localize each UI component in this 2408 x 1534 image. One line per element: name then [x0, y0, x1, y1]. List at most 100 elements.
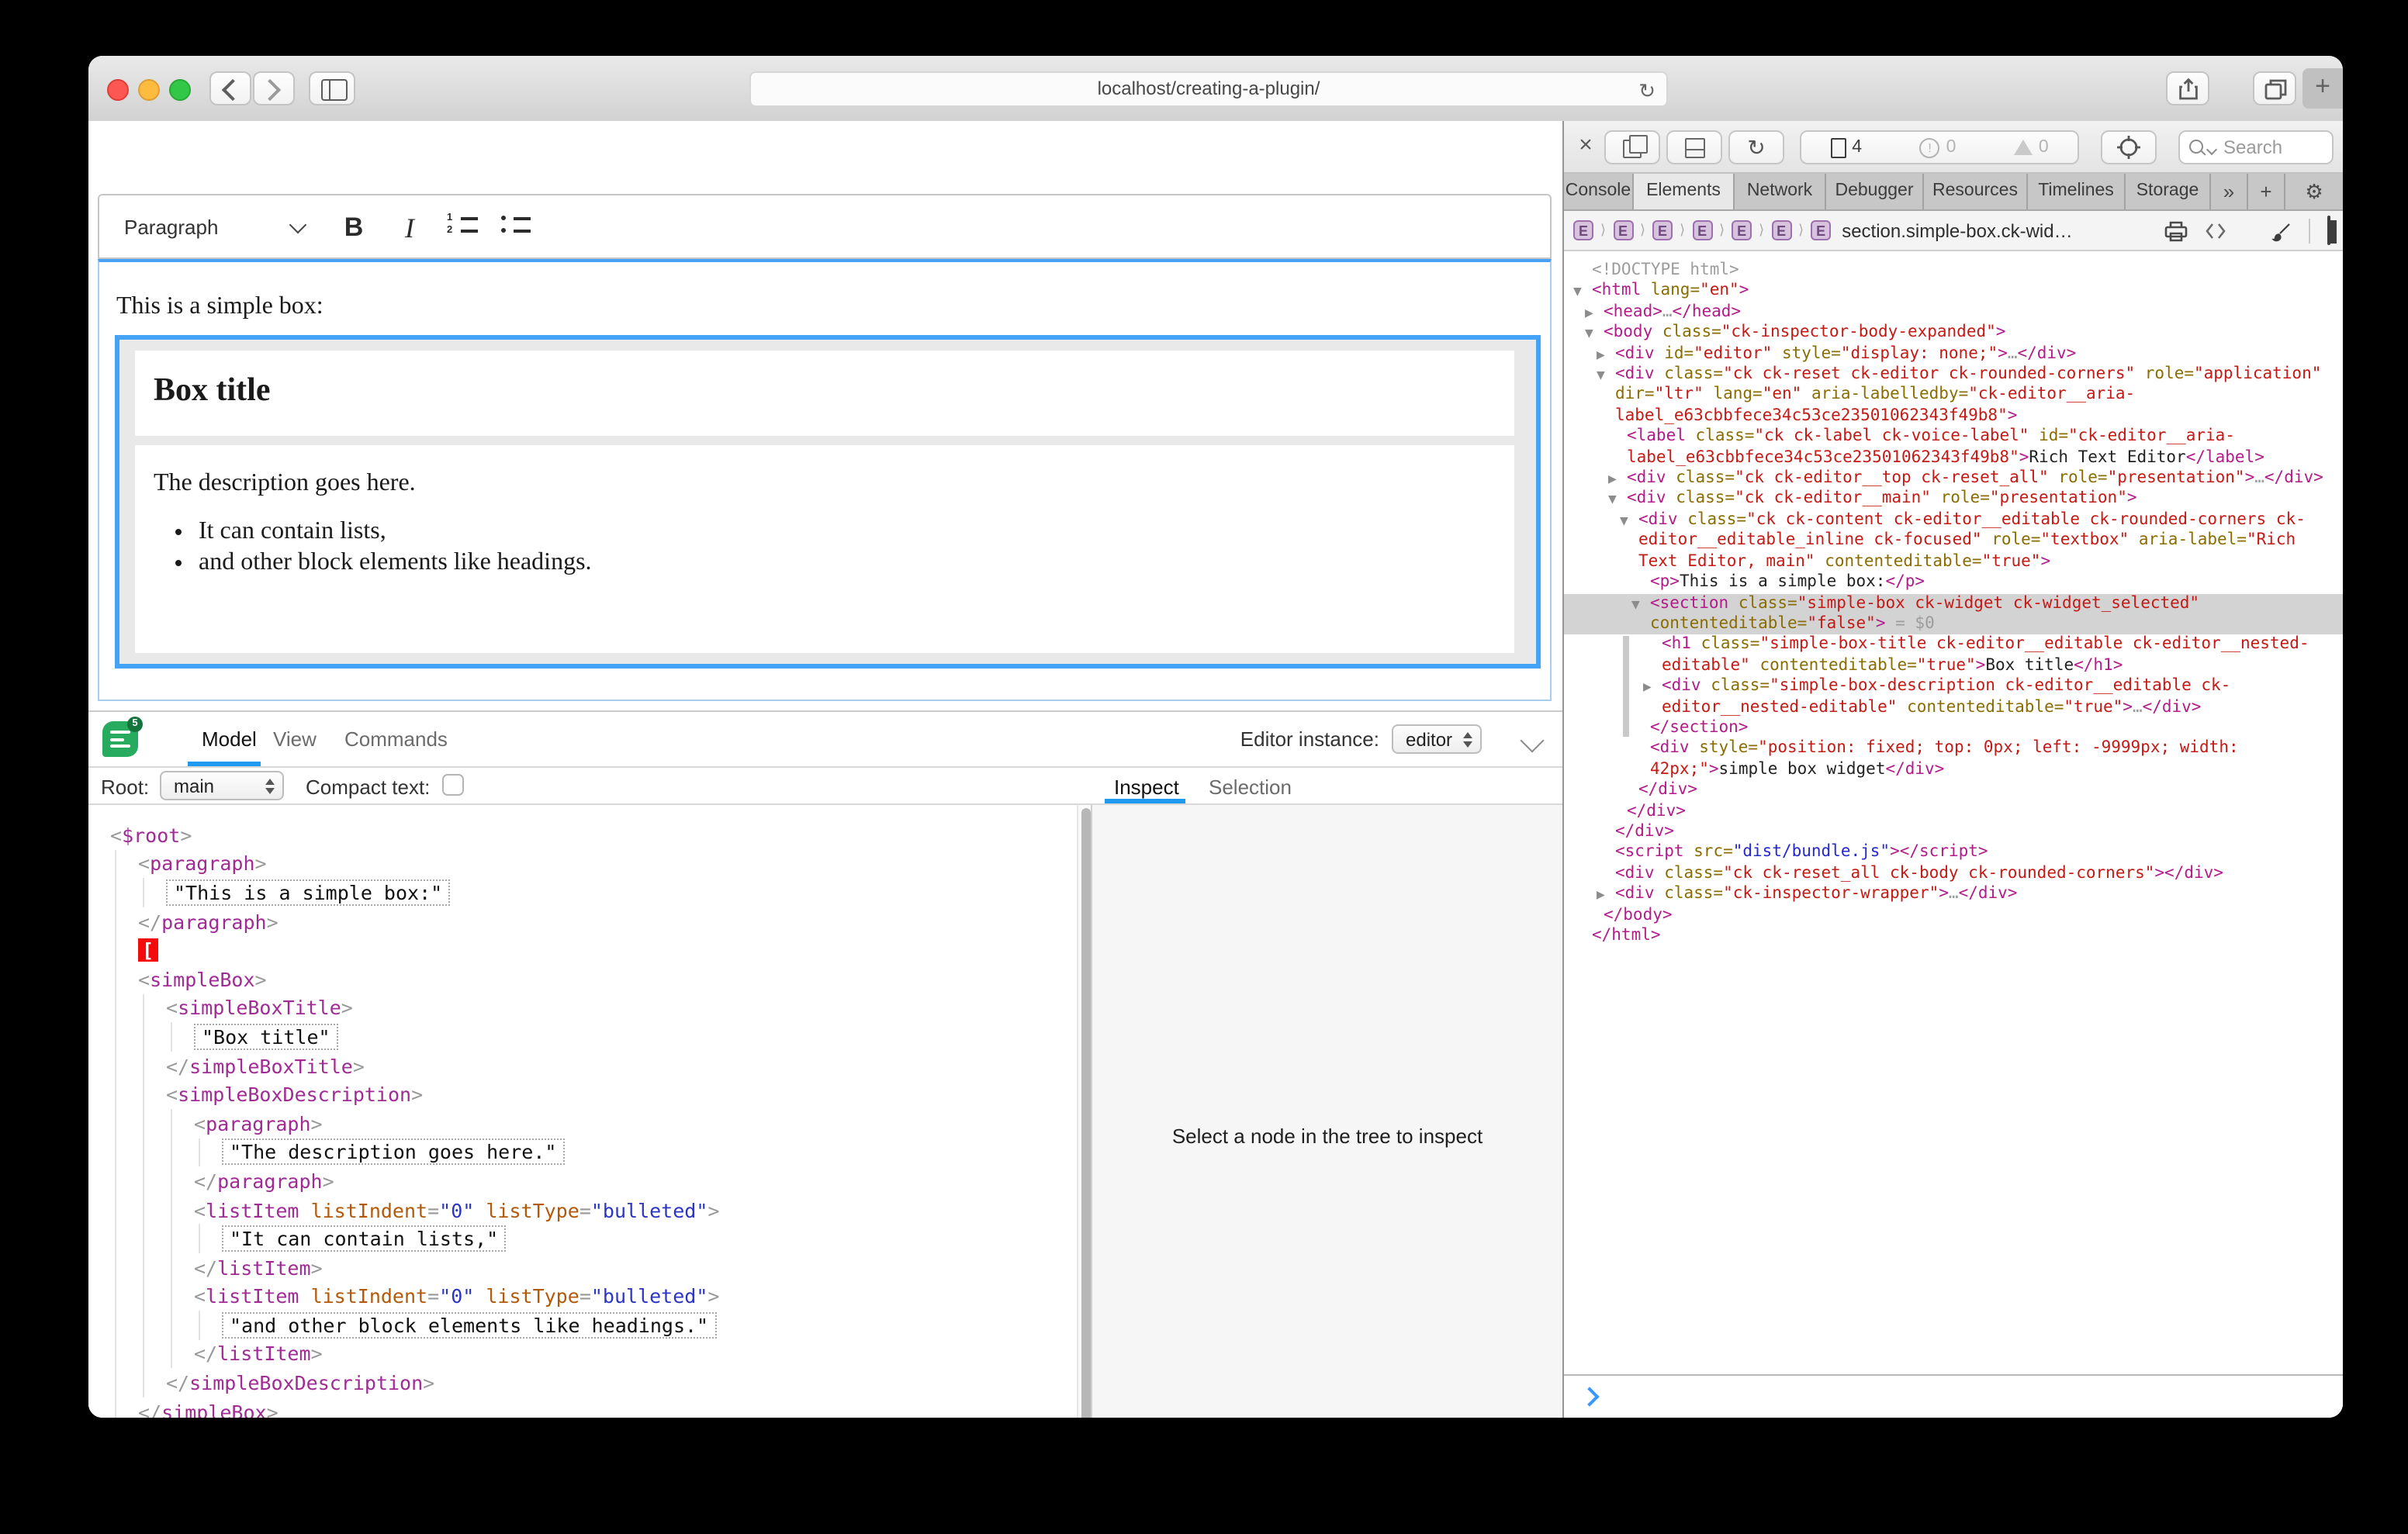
model-text-node[interactable]: "The description goes here.": [222, 1139, 564, 1166]
dom-tree-row[interactable]: ▶<div class="ck-inspector-wrapper">…</di…: [1564, 884, 2343, 905]
editor-instance-select[interactable]: editor: [1392, 724, 1482, 754]
disclosure-open-icon[interactable]: ▼: [1585, 324, 1593, 345]
dom-tree-row[interactable]: <h1 class="simple-box-title ck-editor__e…: [1564, 635, 2343, 677]
model-tree-row[interactable]: "It can contain lists,": [110, 1225, 1077, 1253]
model-tree-row[interactable]: <simpleBox>: [110, 965, 1077, 993]
model-tree-row[interactable]: <simpleBoxDescription>: [110, 1080, 1077, 1109]
element-picker-button[interactable]: [2101, 130, 2157, 164]
model-text-node[interactable]: "It can contain lists,": [222, 1225, 506, 1252]
tab-storage[interactable]: Storage: [2126, 174, 2211, 209]
model-tree-row[interactable]: </simpleBoxTitle>: [110, 1052, 1077, 1080]
print-styles-button[interactable]: [2164, 220, 2188, 242]
dom-tree-row[interactable]: <label class="ck ck-label ck-voice-label…: [1564, 427, 2343, 469]
element-badge[interactable]: E: [1652, 220, 1673, 240]
editor-editable-area[interactable]: This is a simple box: Box title The desc…: [98, 259, 1552, 701]
reload-page-button[interactable]: ↻: [1728, 130, 1784, 164]
layout-grid-button[interactable]: [2244, 217, 2254, 245]
address-bar[interactable]: localhost/creating-a-plugin/ ↻: [749, 71, 1668, 107]
disclosure-open-icon[interactable]: ▼: [1597, 366, 1605, 387]
tab-model[interactable]: Model: [202, 727, 257, 751]
dom-tree-row[interactable]: ▼<div class="ck ck-editor__main" role="p…: [1564, 489, 2343, 510]
back-button[interactable]: [209, 71, 251, 105]
model-tree-row[interactable]: </simpleBoxDescription>: [110, 1369, 1077, 1398]
model-tree-row[interactable]: "Box title": [110, 1022, 1077, 1051]
dom-tree-row[interactable]: <div style="position: fixed; top: 0px; l…: [1564, 739, 2343, 781]
model-text-node[interactable]: "Box title": [194, 1024, 338, 1050]
model-tree-row[interactable]: "This is a simple box:": [110, 878, 1077, 907]
dom-tree-row[interactable]: </div>: [1564, 780, 2343, 801]
devtools-search-field[interactable]: Search: [2178, 130, 2334, 164]
forward-button[interactable]: [253, 71, 295, 105]
share-button[interactable]: [2166, 71, 2209, 105]
disclosure-closed-icon[interactable]: ▶: [1597, 345, 1605, 366]
simple-box-title-area[interactable]: Box title: [135, 351, 1514, 436]
zoom-window-button[interactable]: [169, 79, 191, 101]
dom-tree-row[interactable]: ▼<div class="ck ck-content ck-editor__ed…: [1564, 510, 2343, 572]
dom-tree-row[interactable]: <script src="dist/bundle.js"></script>: [1564, 843, 2343, 864]
disclosure-closed-icon[interactable]: ▶: [1597, 886, 1605, 907]
disclosure-closed-icon[interactable]: ▶: [1585, 304, 1593, 325]
simple-box-description-area[interactable]: The description goes here. It can contai…: [135, 445, 1514, 653]
dom-tree-row[interactable]: <p>This is a simple box:</p>: [1564, 572, 2343, 593]
box-description-text[interactable]: The description goes here.: [154, 470, 1514, 498]
paragraph-dropdown[interactable]: Paragraph: [124, 216, 218, 239]
tab-console[interactable]: Console: [1564, 174, 1634, 209]
model-tree-row[interactable]: <listItem listIndent="0" listType="bulle…: [110, 1195, 1077, 1224]
tab-overview-button[interactable]: [2253, 71, 2296, 105]
element-badge[interactable]: E: [1692, 220, 1712, 240]
disclosure-open-icon[interactable]: ▼: [1631, 595, 1640, 616]
compact-text-checkbox[interactable]: [442, 774, 464, 796]
dom-tree-row[interactable]: </html>: [1564, 926, 2343, 947]
dom-tree-row[interactable]: ▼<body class="ck-inspector-body-expanded…: [1564, 323, 2343, 344]
element-badge[interactable]: E: [1613, 220, 1633, 240]
disclosure-closed-icon[interactable]: ▶: [1608, 470, 1617, 491]
model-tree-row[interactable]: <$root>: [110, 821, 1077, 849]
dom-tree-row[interactable]: </div>: [1564, 822, 2343, 843]
tab-timelines[interactable]: Timelines: [2028, 174, 2126, 209]
bulleted-list-button[interactable]: [500, 214, 531, 239]
close-devtools-button[interactable]: ×: [1570, 130, 1601, 161]
tab-inspect[interactable]: Inspect: [1114, 776, 1179, 799]
tab-elements[interactable]: Elements: [1634, 174, 1735, 209]
quick-console[interactable]: [1564, 1374, 2343, 1418]
disclosure-open-icon[interactable]: ▼: [1573, 283, 1582, 304]
model-tree-row[interactable]: </listItem>: [110, 1253, 1077, 1282]
model-tree-row[interactable]: </paragraph>: [110, 1166, 1077, 1195]
reload-icon[interactable]: ↻: [1638, 74, 1656, 107]
model-text-node[interactable]: "This is a simple box:": [166, 879, 450, 906]
tab-view[interactable]: View: [273, 727, 317, 751]
show-source-button[interactable]: [2205, 222, 2226, 240]
dom-tree-row[interactable]: ▶<div class="ck ck-editor__top ck-reset_…: [1564, 468, 2343, 489]
disclosure-closed-icon[interactable]: ▶: [1643, 678, 1652, 699]
collapse-inspector-icon[interactable]: [1520, 728, 1544, 752]
model-tree-row[interactable]: <paragraph>: [110, 1109, 1077, 1138]
box-title-text[interactable]: Box title: [135, 351, 1514, 409]
dom-tree-row[interactable]: ▶<div class="simple-box-description ck-e…: [1564, 676, 2343, 718]
add-tab-button[interactable]: +: [2248, 174, 2285, 209]
dom-tree-row[interactable]: </section>: [1564, 718, 2343, 739]
detach-devtools-button[interactable]: [1604, 130, 1660, 164]
disclosure-open-icon[interactable]: ▼: [1608, 491, 1617, 512]
chevron-down-icon[interactable]: [289, 216, 307, 234]
list-item[interactable]: It can contain lists,: [199, 518, 1514, 546]
new-tab-button[interactable]: +: [2302, 68, 2343, 109]
settings-button[interactable]: ⚙: [2285, 174, 2343, 209]
tab-debugger[interactable]: Debugger: [1826, 174, 1924, 209]
dom-tree-row[interactable]: </div>: [1564, 801, 2343, 822]
dom-tree-row[interactable]: </body>: [1564, 905, 2343, 926]
dom-tree-row[interactable]: ▼<div class="ck ck-reset ck-editor ck-ro…: [1564, 364, 2343, 427]
dom-tree-row[interactable]: <!DOCTYPE html>: [1564, 261, 2343, 282]
model-tree-scrollbar[interactable]: [1077, 805, 1091, 1418]
model-tree-row[interactable]: "and other block elements like headings.…: [110, 1311, 1077, 1339]
details-sidebar-button[interactable]: [2327, 217, 2330, 245]
model-tree-row[interactable]: </listItem>: [110, 1339, 1077, 1368]
disclosure-open-icon[interactable]: ▼: [1620, 512, 1628, 533]
model-tree-row[interactable]: </paragraph>: [110, 907, 1077, 936]
italic-button[interactable]: I: [391, 209, 428, 247]
intro-paragraph[interactable]: This is a simple box:: [116, 293, 1550, 321]
model-tree-row[interactable]: "The description goes here.": [110, 1138, 1077, 1166]
model-tree-row[interactable]: <paragraph>: [110, 849, 1077, 878]
model-tree-row[interactable]: <simpleBoxTitle>: [110, 993, 1077, 1022]
model-tree-row[interactable]: [: [110, 936, 1077, 965]
tab-commands[interactable]: Commands: [344, 727, 448, 751]
